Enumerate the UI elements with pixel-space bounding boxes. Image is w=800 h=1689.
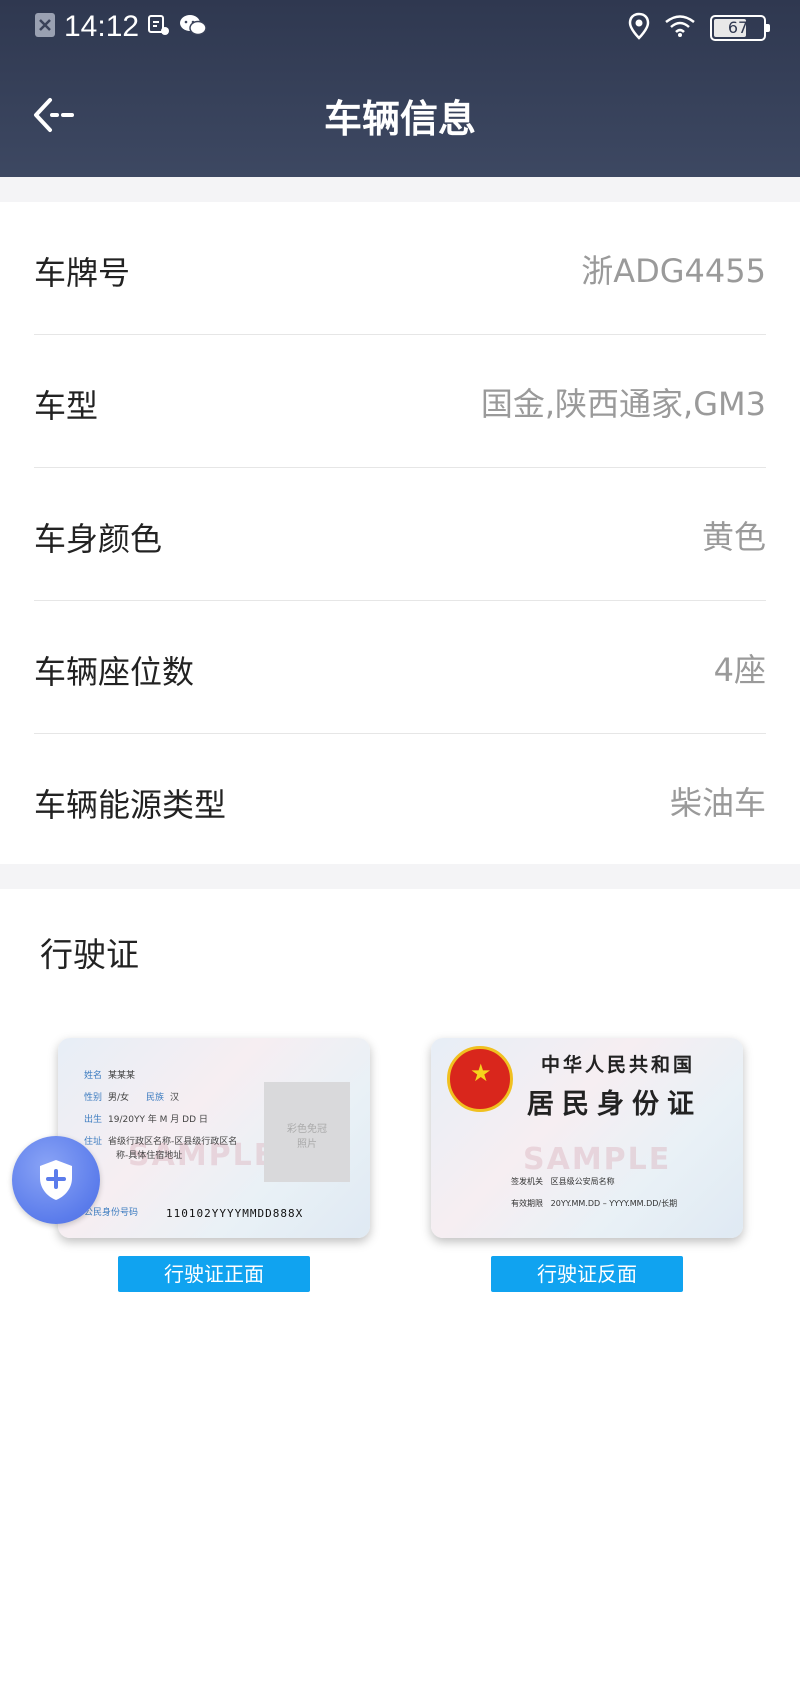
national-emblem-icon: [447, 1046, 513, 1112]
battery-icon: 67: [710, 15, 770, 41]
notification-x-icon: [34, 12, 56, 42]
info-value: 浙ADG4455: [581, 252, 766, 290]
card-country: 中华人民共和国: [541, 1054, 696, 1076]
license-front-button[interactable]: 行驶证正面: [118, 1256, 310, 1292]
info-row-model: 车型 国金,陕西通家,GM3: [34, 335, 766, 468]
status-time: 14:12: [64, 10, 140, 43]
info-label: 车型: [34, 387, 99, 425]
battery-level: 67: [727, 18, 749, 37]
shield-plus-icon: [40, 1160, 72, 1200]
info-row-energy: 车辆能源类型 柴油车: [34, 734, 766, 867]
id-number: 110102YYYYMMDD888X: [166, 1207, 304, 1220]
info-row-plate: 车牌号 浙ADG4455: [34, 202, 766, 335]
license-back-item[interactable]: SAMPLE 中华人民共和国 居民身份证 签发机关 区县级公安局名称 有效期限 …: [431, 1038, 743, 1292]
page-title: 车辆信息: [323, 97, 476, 141]
app-icon: [147, 13, 171, 41]
wechat-icon: [179, 13, 207, 41]
location-icon: [628, 12, 650, 44]
info-row-color: 车身颜色 黄色: [34, 468, 766, 601]
app-header: 14:12 67 车辆信息: [0, 0, 800, 177]
info-value: 黄色: [701, 518, 766, 556]
card-watermark: SAMPLE: [523, 1142, 672, 1177]
vehicle-info-list: 车牌号 浙ADG4455 车型 国金,陕西通家,GM3 车身颜色 黄色 车辆座位…: [0, 202, 800, 867]
license-back-image[interactable]: SAMPLE 中华人民共和国 居民身份证 签发机关 区县级公安局名称 有效期限 …: [431, 1038, 743, 1238]
info-value: 柴油车: [669, 784, 766, 822]
section-divider: [0, 864, 800, 889]
security-fab[interactable]: [12, 1136, 100, 1224]
info-label: 车牌号: [34, 254, 131, 292]
license-back-button[interactable]: 行驶证反面: [491, 1256, 683, 1292]
status-bar: 14:12 67: [0, 0, 800, 56]
license-front-item[interactable]: SAMPLE 姓名 某某某 性别 男/女 民族汉 出生 19/20YY 年 M 月 D…: [58, 1038, 370, 1292]
card-name: 居民身份证: [527, 1089, 702, 1120]
info-label: 车辆座位数: [34, 653, 195, 691]
section-title-license: 行驶证: [40, 935, 139, 974]
info-value: 4座: [713, 651, 766, 689]
info-value: 国金,陕西通家,GM3: [480, 385, 766, 423]
wifi-icon: [664, 14, 696, 42]
info-row-seats: 车辆座位数 4座: [34, 601, 766, 734]
info-label: 车身颜色: [34, 520, 163, 558]
info-label: 车辆能源类型: [34, 786, 227, 824]
photo-placeholder: 彩色免冠 照片: [264, 1082, 350, 1182]
license-front-image[interactable]: SAMPLE 姓名 某某某 性别 男/女 民族汉 出生 19/20YY 年 M 月 D…: [58, 1038, 370, 1238]
section-divider: [0, 177, 800, 202]
